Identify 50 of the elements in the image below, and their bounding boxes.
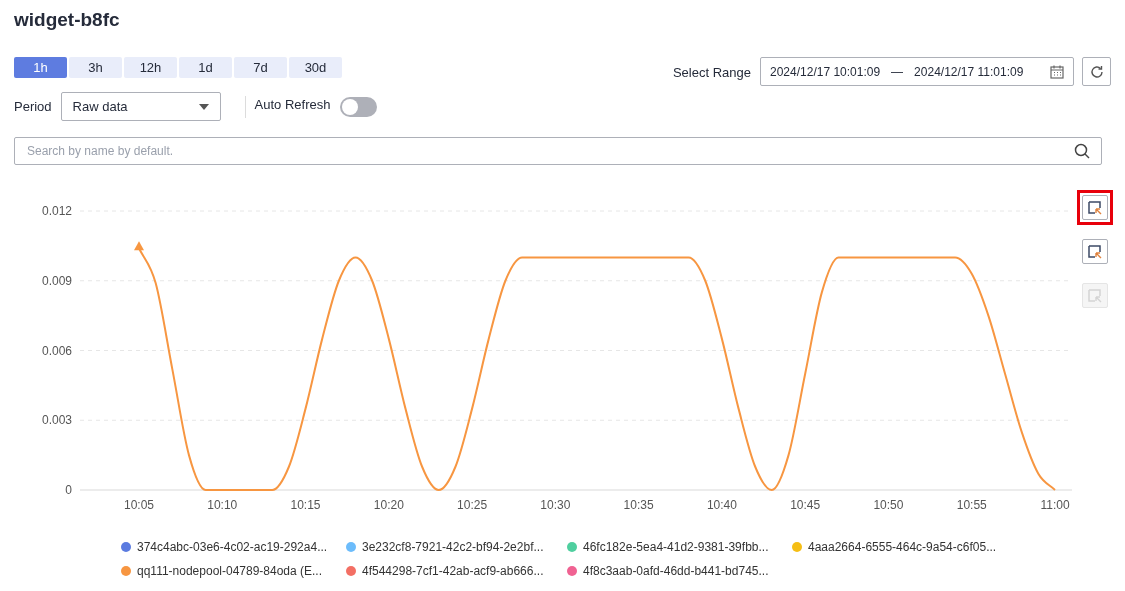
range-end-date: 2024/12/17 11:01:09: [914, 63, 1024, 81]
x-axis-label: 10:55: [956, 498, 987, 512]
auto-refresh-toggle[interactable]: [340, 96, 378, 117]
x-axis-label: 10:50: [873, 498, 904, 512]
calendar-icon: [1050, 64, 1064, 79]
page-title: widget-b8fc: [14, 8, 120, 32]
y-axis-label: 0.012: [41, 204, 72, 218]
x-axis-label: 10:35: [623, 498, 654, 512]
range-separator: —: [891, 63, 904, 81]
period-label: Period: [14, 97, 52, 116]
zoom-select-icon: [1087, 199, 1103, 216]
x-axis-label: 10:30: [540, 498, 571, 512]
x-axis-label: 10:05: [124, 498, 154, 512]
period-select[interactable]: Raw data: [60, 92, 221, 121]
legend-item[interactable]: 46fc182e-5ea4-41d2-9381-39fbb...: [567, 538, 792, 556]
legend-item[interactable]: 4aaa2664-6555-464c-9a54-c6f05...: [792, 538, 1032, 556]
search-icon: [1074, 143, 1090, 159]
refresh-icon: [1089, 64, 1104, 79]
x-axis-label: 10:25: [457, 498, 488, 512]
refresh-button[interactable]: [1082, 57, 1111, 86]
time-range-tab[interactable]: 7d: [234, 57, 287, 78]
time-range-tab[interactable]: 30d: [289, 57, 342, 78]
zoom-select-icon: [1087, 243, 1103, 260]
range-start-date: 2024/12/17 10:01:09: [770, 63, 881, 81]
x-axis-label: 10:45: [790, 498, 821, 512]
zoom-select-icon: [1087, 287, 1103, 304]
y-axis-label: 0.009: [41, 273, 72, 288]
zoom-button[interactable]: [1082, 239, 1108, 264]
time-range-tab[interactable]: 3h: [69, 57, 122, 78]
legend-item[interactable]: qq111-nodepool-04789-84oda (E...: [121, 562, 346, 580]
legend-item[interactable]: 4f8c3aab-0afd-46dd-b441-bd745...: [567, 562, 792, 580]
y-axis-label: 0.003: [41, 413, 72, 428]
y-axis-label: 0: [65, 483, 72, 497]
caret-down-icon: [198, 103, 209, 110]
time-range-tab[interactable]: 1d: [179, 57, 232, 78]
time-range-tab[interactable]: 12h: [124, 57, 177, 78]
x-axis-label: 10:40: [706, 498, 737, 512]
legend-item[interactable]: 374c4abc-03e6-4c02-ac19-292a4...: [121, 538, 346, 556]
date-range-field[interactable]: 2024/12/17 10:01:09 — 2024/12/17 11:01:09: [760, 57, 1074, 86]
x-axis-label: 10:20: [373, 498, 404, 512]
select-range-label: Select Range: [672, 64, 751, 82]
search-field[interactable]: Search by name by default.: [14, 137, 1102, 165]
legend-item[interactable]: 3e232cf8-7921-42c2-bf94-2e2bf...: [346, 538, 567, 556]
y-axis-label: 0.006: [41, 343, 72, 358]
x-axis-label: 10:15: [290, 498, 321, 512]
auto-refresh-label: Auto Refresh: [254, 96, 331, 115]
time-range-tab[interactable]: 1h: [14, 57, 67, 78]
legend-item[interactable]: 4f544298-7cf1-42ab-acf9-ab666...: [346, 562, 567, 580]
x-axis-label: 10:10: [207, 498, 238, 512]
x-axis-label: 11:00: [1040, 498, 1070, 512]
